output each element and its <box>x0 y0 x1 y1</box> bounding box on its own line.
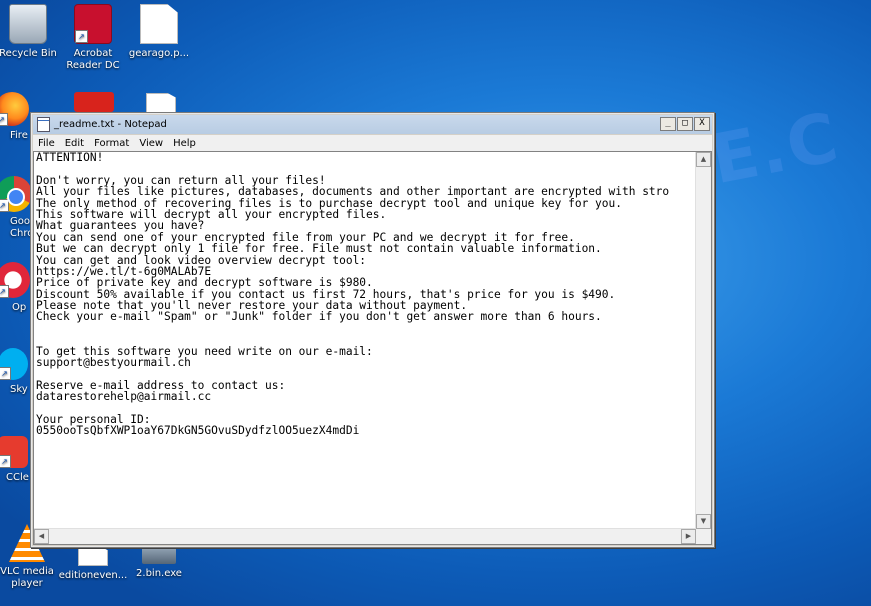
scroll-up-arrow-icon[interactable]: ▲ <box>696 152 711 167</box>
desktop-icon-ccleaner[interactable]: ↗ CCle <box>0 436 30 484</box>
desktop-icon-acrobat[interactable]: ↗ Acrobat Reader DC <box>58 4 128 72</box>
minimize-button[interactable]: _ <box>660 117 676 131</box>
document-icon[interactable] <box>146 93 176 114</box>
desktop-icon-label: VLC media player <box>0 566 54 589</box>
menu-help[interactable]: Help <box>168 138 201 149</box>
vertical-scrollbar[interactable]: ▲ ▼ <box>695 152 711 529</box>
window-title: _readme.txt - Notepad <box>54 119 167 130</box>
text-line: 0550ooTsQbfXWP1oaY67DkGN5GOvuSDydfzlOO5u… <box>36 424 360 438</box>
desktop-icon-opera[interactable]: ↗ Op <box>0 262 30 314</box>
desktop-icon-editioneven[interactable]: editioneven... <box>58 546 128 582</box>
shortcut-arrow-icon: ↗ <box>0 285 9 298</box>
shortcut-arrow-icon: ↗ <box>0 199 9 212</box>
scroll-down-arrow-icon[interactable]: ▼ <box>696 514 711 529</box>
text-line <box>36 334 695 345</box>
horizontal-scrollbar[interactable]: ◀ ▶ <box>34 528 696 544</box>
menu-bar: File Edit Format View Help <box>33 135 712 152</box>
close-button[interactable]: X <box>694 117 710 131</box>
document-icon <box>78 546 108 566</box>
text-line: datarestorehelp@airmail.cc <box>36 390 212 404</box>
menu-format[interactable]: Format <box>89 138 134 149</box>
shortcut-arrow-icon: ↗ <box>0 367 11 380</box>
flash-icon[interactable] <box>74 92 114 112</box>
opera-icon: ↗ <box>0 262 30 298</box>
document-icon <box>140 4 178 44</box>
desktop-icon-recycle-bin[interactable]: Recycle Bin <box>0 4 63 60</box>
scrollbar-corner <box>696 529 711 544</box>
text-line: ATTENTION! <box>36 152 104 164</box>
maximize-button[interactable]: □ <box>677 117 693 131</box>
desktop-icon-label: 2.bin.exe <box>136 568 182 579</box>
chrome-icon: ↗ <box>0 176 32 212</box>
notepad-icon <box>37 117 50 132</box>
desktop-icon-label: gearago.p... <box>128 48 190 59</box>
desktop-icon-gearago[interactable]: gearago.p... <box>124 4 194 60</box>
desktop-icon-2-bin-exe[interactable]: 2.bin.exe <box>124 546 194 580</box>
desktop-icon-label: Op <box>12 302 27 313</box>
desktop-icon-label: Goo Chro <box>10 216 34 239</box>
desktop-icon-chrome[interactable]: ↗ Goo Chro <box>0 176 34 240</box>
scroll-left-arrow-icon[interactable]: ◀ <box>34 529 49 544</box>
desktop-icon-label: Fire <box>10 130 28 141</box>
shortcut-arrow-icon: ↗ <box>0 455 11 468</box>
recycle-bin-icon <box>9 4 47 44</box>
text-editor[interactable]: ATTENTION! Don't worry, you can return al… <box>33 151 712 545</box>
desktop-icon-label: Sky <box>10 384 28 395</box>
desktop-icon-skype[interactable]: ↗ Sky <box>0 348 30 396</box>
text-line: But we can decrypt only 1 file for free.… <box>36 242 602 256</box>
firefox-icon: ↗ <box>0 92 29 126</box>
notepad-window[interactable]: _readme.txt - Notepad _ □ X File Edit Fo… <box>30 112 715 548</box>
scroll-right-arrow-icon[interactable]: ▶ <box>681 529 696 544</box>
desktop-icon-label: Acrobat Reader DC <box>66 48 120 71</box>
desktop-icon-label: Recycle Bin <box>0 48 57 59</box>
desktop-icon-firefox[interactable]: ↗ Fire <box>0 92 30 142</box>
title-bar[interactable]: _readme.txt - Notepad _ □ X <box>33 115 712 134</box>
shortcut-arrow-icon: ↗ <box>75 30 88 43</box>
executable-icon <box>142 546 176 564</box>
desktop-icon-label: editioneven... <box>58 570 128 581</box>
desktop-icon-label: CCle <box>6 472 29 483</box>
ccleaner-icon: ↗ <box>0 436 28 468</box>
menu-file[interactable]: File <box>33 138 60 149</box>
text-line: support@bestyourmail.ch <box>36 356 191 370</box>
text-line: Check your e-mail "Spam" or "Junk" folde… <box>36 310 602 324</box>
text-line <box>36 323 695 334</box>
shortcut-arrow-icon: ↗ <box>0 113 8 126</box>
text-content[interactable]: ATTENTION! Don't worry, you can return al… <box>36 152 695 528</box>
menu-view[interactable]: View <box>134 138 168 149</box>
acrobat-icon: ↗ <box>74 4 112 44</box>
menu-edit[interactable]: Edit <box>60 138 89 149</box>
text-line: All your files like pictures, databases,… <box>36 185 670 199</box>
skype-icon: ↗ <box>0 348 28 380</box>
text-line: Price of private key and decrypt softwar… <box>36 276 373 290</box>
